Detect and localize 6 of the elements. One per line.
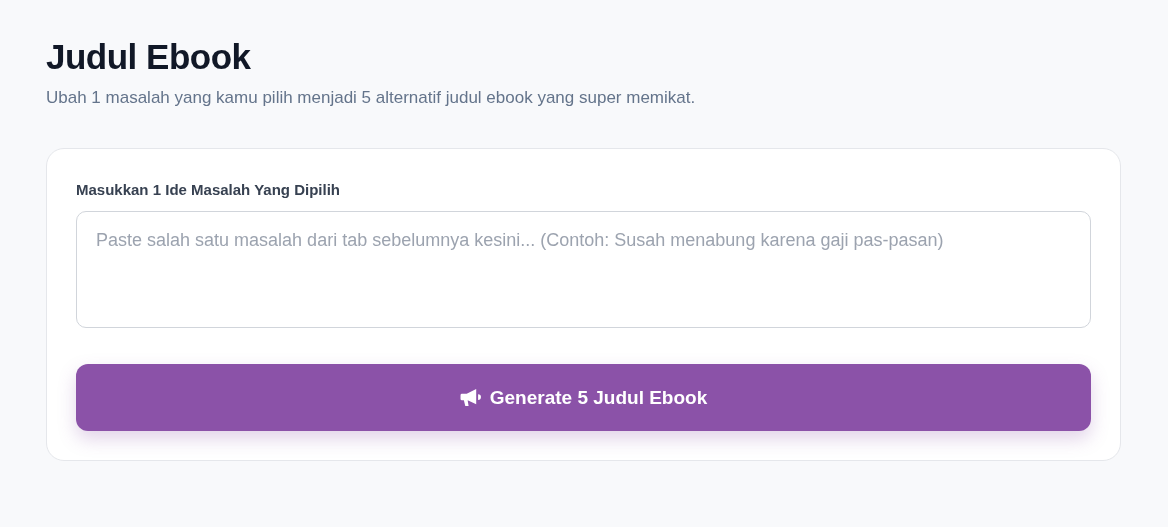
page-title: Judul Ebook (46, 36, 252, 78)
input-field[interactable]: Paste salah satu masalah dari tab sebelumnya kesini... (Contoh: Susah menabung karena gaji pas-pasan) (76, 211, 1091, 329)
field-label: Masukkan 1 Ide Masalah Yang Dipilih (76, 181, 341, 200)
megaphone-icon (459, 388, 481, 408)
page-subtitle: Ubah 1 masalah yang kamu pilih menjadi 5 alternatif judul ebook yang super memikat. (46, 86, 697, 109)
generate-button[interactable]: Generate 5 Judul Ebook (76, 364, 1091, 432)
